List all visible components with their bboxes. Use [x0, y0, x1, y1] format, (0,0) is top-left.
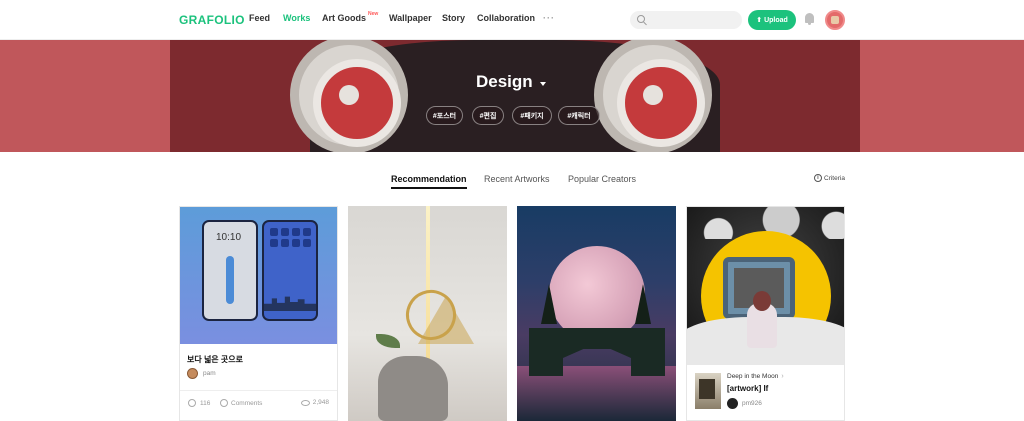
eye-icon	[300, 399, 310, 406]
girl-illustration	[747, 291, 777, 348]
artwork-thumbnail[interactable]	[687, 207, 844, 365]
app-grid	[270, 228, 311, 247]
user-avatar[interactable]	[825, 10, 845, 30]
category-banner	[0, 40, 1024, 152]
nav-item-story[interactable]: Story	[442, 13, 465, 23]
phone-clock: 10:10	[216, 232, 242, 243]
new-badge: New	[368, 11, 379, 17]
nav-item-art-goods[interactable]: Art Goods New	[322, 11, 379, 23]
tab-recommendation[interactable]: Recommendation	[391, 174, 467, 189]
search-icon	[637, 15, 645, 23]
info-icon: i	[814, 174, 822, 182]
chevron-right-icon: ›	[781, 373, 784, 380]
banner-gear-right	[594, 40, 712, 152]
artwork-title[interactable]: [artwork] If	[727, 384, 768, 393]
artwork-author[interactable]: pam	[187, 368, 216, 379]
nav-item-feed[interactable]: Feed	[249, 13, 270, 23]
upload-button[interactable]: ⬆ Upload	[748, 10, 796, 30]
nav-item-art-goods-label: Art Goods	[322, 13, 366, 23]
tag-character[interactable]: #캐릭터	[558, 106, 600, 125]
nav-item-works[interactable]: Works	[283, 13, 310, 23]
artwork-thumbnail[interactable]: 10:10	[180, 207, 337, 344]
upload-arrow-icon: ⬆	[756, 17, 763, 24]
nav-item-wallpaper[interactable]: Wallpaper	[389, 13, 432, 23]
city-silhouette	[264, 296, 316, 311]
artwork-title[interactable]: 보다 넓은 곳으로	[187, 354, 243, 365]
collection-thumbnail[interactable]	[695, 373, 721, 409]
artwork-card[interactable]	[348, 206, 507, 421]
chevron-down-icon[interactable]	[540, 82, 546, 86]
pink-moon-illustration	[549, 246, 645, 342]
tag-editorial[interactable]: #편집	[472, 106, 504, 125]
like-button[interactable]: 116	[188, 399, 210, 407]
grafolio-logo[interactable]: GRAFOLIO	[179, 13, 245, 27]
rock-illustration	[378, 356, 448, 421]
view-count-value: 2,948	[312, 399, 329, 406]
author-avatar	[187, 368, 198, 379]
comments-label: Comments	[231, 399, 263, 407]
artwork-author[interactable]: pm926	[727, 398, 762, 409]
banner-background-image	[170, 40, 860, 152]
tab-recent-artworks[interactable]: Recent Artworks	[484, 174, 550, 184]
author-name: pam	[203, 370, 216, 377]
top-navigation-bar: GRAFOLIO Feed Works Art Goods New Wallpap…	[0, 0, 1024, 40]
criteria-label: Criteria	[824, 174, 845, 182]
like-count: 116	[200, 399, 211, 407]
phone-homescreen-illustration	[262, 220, 318, 321]
criteria-button[interactable]: i Criteria	[814, 174, 845, 182]
category-title[interactable]: Design	[476, 72, 533, 92]
nav-item-collaboration[interactable]: Collaboration	[477, 13, 535, 23]
artwork-card[interactable]	[517, 206, 676, 421]
author-avatar	[727, 398, 738, 409]
smile-icon	[188, 399, 196, 407]
search-input[interactable]	[630, 11, 742, 29]
comment-icon	[220, 399, 228, 407]
artwork-card[interactable]: Deep in the Moon › [artwork] If pm926	[686, 206, 845, 421]
upload-button-label: Upload	[764, 16, 788, 24]
bell-icon[interactable]	[804, 13, 816, 26]
view-count: 2,948	[300, 399, 329, 406]
artwork-stats: 116 Comments 2,948	[180, 390, 337, 414]
tab-popular-creators[interactable]: Popular Creators	[568, 174, 636, 184]
comments-button[interactable]: Comments	[220, 399, 262, 407]
collection-link[interactable]: Deep in the Moon ›	[727, 373, 784, 380]
author-name: pm926	[742, 400, 762, 407]
more-menu-icon[interactable]: ···	[543, 13, 555, 23]
artwork-card[interactable]: 10:10 보다 넓은 곳으로 pam 116 Comments 2,948	[179, 206, 338, 421]
tag-poster[interactable]: #포스터	[426, 106, 463, 125]
banner-gear-left	[290, 40, 408, 152]
phone-lockscreen-illustration: 10:10	[202, 220, 258, 321]
leaf-illustration	[376, 334, 400, 348]
tag-package[interactable]: #패키지	[512, 106, 552, 125]
collection-name: Deep in the Moon	[727, 373, 779, 380]
phone-widget	[226, 256, 234, 304]
